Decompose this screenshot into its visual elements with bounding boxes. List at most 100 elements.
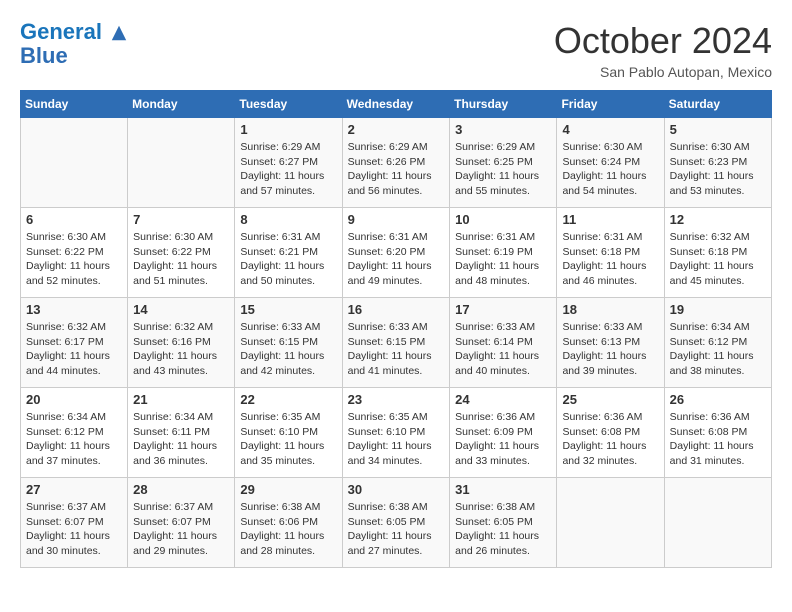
day-number: 8 xyxy=(240,212,336,227)
day-number: 10 xyxy=(455,212,551,227)
weekday-header-tuesday: Tuesday xyxy=(235,91,342,118)
calendar-cell xyxy=(557,478,664,568)
day-number: 6 xyxy=(26,212,122,227)
day-info: Sunrise: 6:36 AMSunset: 6:09 PMDaylight:… xyxy=(455,410,551,469)
day-info: Sunrise: 6:34 AMSunset: 6:12 PMDaylight:… xyxy=(26,410,122,469)
day-info: Sunrise: 6:33 AMSunset: 6:13 PMDaylight:… xyxy=(562,320,658,379)
calendar-cell: 24 Sunrise: 6:36 AMSunset: 6:09 PMDayligh… xyxy=(450,388,557,478)
day-info: Sunrise: 6:29 AMSunset: 6:27 PMDaylight:… xyxy=(240,140,336,199)
calendar-cell: 2 Sunrise: 6:29 AMSunset: 6:26 PMDaylight… xyxy=(342,118,450,208)
day-info: Sunrise: 6:30 AMSunset: 6:23 PMDaylight:… xyxy=(670,140,766,199)
day-number: 15 xyxy=(240,302,336,317)
day-number: 7 xyxy=(133,212,229,227)
day-number: 22 xyxy=(240,392,336,407)
day-info: Sunrise: 6:38 AMSunset: 6:05 PMDaylight:… xyxy=(348,500,445,559)
day-info: Sunrise: 6:29 AMSunset: 6:26 PMDaylight:… xyxy=(348,140,445,199)
calendar-cell: 25 Sunrise: 6:36 AMSunset: 6:08 PMDayligh… xyxy=(557,388,664,478)
day-info: Sunrise: 6:31 AMSunset: 6:20 PMDaylight:… xyxy=(348,230,445,289)
day-info: Sunrise: 6:31 AMSunset: 6:19 PMDaylight:… xyxy=(455,230,551,289)
location: San Pablo Autopan, Mexico xyxy=(554,64,772,80)
calendar-cell: 7 Sunrise: 6:30 AMSunset: 6:22 PMDaylight… xyxy=(128,208,235,298)
calendar-week-row: 6 Sunrise: 6:30 AMSunset: 6:22 PMDaylight… xyxy=(21,208,772,298)
calendar-week-row: 1 Sunrise: 6:29 AMSunset: 6:27 PMDaylight… xyxy=(21,118,772,208)
calendar-cell: 20 Sunrise: 6:34 AMSunset: 6:12 PMDayligh… xyxy=(21,388,128,478)
day-number: 1 xyxy=(240,122,336,137)
day-info: Sunrise: 6:37 AMSunset: 6:07 PMDaylight:… xyxy=(133,500,229,559)
calendar-cell: 18 Sunrise: 6:33 AMSunset: 6:13 PMDayligh… xyxy=(557,298,664,388)
calendar-cell: 15 Sunrise: 6:33 AMSunset: 6:15 PMDayligh… xyxy=(235,298,342,388)
day-info: Sunrise: 6:38 AMSunset: 6:05 PMDaylight:… xyxy=(455,500,551,559)
day-number: 4 xyxy=(562,122,658,137)
calendar-cell: 16Sunrise: 6:33 AMSunset: 6:15 PMDayligh… xyxy=(342,298,450,388)
calendar-cell: 21Sunrise: 6:34 AMSunset: 6:11 PMDayligh… xyxy=(128,388,235,478)
calendar-cell: 3Sunrise: 6:29 AMSunset: 6:25 PMDaylight… xyxy=(450,118,557,208)
calendar-cell: 9 Sunrise: 6:31 AMSunset: 6:20 PMDaylight… xyxy=(342,208,450,298)
calendar-cell: 11Sunrise: 6:31 AMSunset: 6:18 PMDayligh… xyxy=(557,208,664,298)
calendar-cell: 13 Sunrise: 6:32 AMSunset: 6:17 PMDayligh… xyxy=(21,298,128,388)
calendar-cell xyxy=(664,478,771,568)
weekday-header-wednesday: Wednesday xyxy=(342,91,450,118)
day-info: Sunrise: 6:36 AMSunset: 6:08 PMDaylight:… xyxy=(562,410,658,469)
day-number: 30 xyxy=(348,482,445,497)
calendar-week-row: 27 Sunrise: 6:37 AMSunset: 6:07 PMDayligh… xyxy=(21,478,772,568)
day-info: Sunrise: 6:30 AMSunset: 6:24 PMDaylight:… xyxy=(562,140,658,199)
day-info: Sunrise: 6:35 AMSunset: 6:10 PMDaylight:… xyxy=(348,410,445,469)
day-number: 24 xyxy=(455,392,551,407)
calendar-cell xyxy=(21,118,128,208)
month-title: October 2024 xyxy=(554,20,772,62)
day-info: Sunrise: 6:33 AMSunset: 6:15 PMDaylight:… xyxy=(240,320,336,379)
calendar-cell: 4 Sunrise: 6:30 AMSunset: 6:24 PMDaylight… xyxy=(557,118,664,208)
calendar-cell: 6 Sunrise: 6:30 AMSunset: 6:22 PMDaylight… xyxy=(21,208,128,298)
calendar-cell: 27 Sunrise: 6:37 AMSunset: 6:07 PMDayligh… xyxy=(21,478,128,568)
calendar-cell: 26Sunrise: 6:36 AMSunset: 6:08 PMDayligh… xyxy=(664,388,771,478)
day-number: 2 xyxy=(348,122,445,137)
day-info: Sunrise: 6:30 AMSunset: 6:22 PMDaylight:… xyxy=(133,230,229,289)
calendar-cell: 5 Sunrise: 6:30 AMSunset: 6:23 PMDaylight… xyxy=(664,118,771,208)
calendar-cell: 22 Sunrise: 6:35 AMSunset: 6:10 PMDayligh… xyxy=(235,388,342,478)
day-number: 27 xyxy=(26,482,122,497)
day-info: Sunrise: 6:37 AMSunset: 6:07 PMDaylight:… xyxy=(26,500,122,559)
day-number: 14 xyxy=(133,302,229,317)
calendar-cell: 23Sunrise: 6:35 AMSunset: 6:10 PMDayligh… xyxy=(342,388,450,478)
day-number: 19 xyxy=(670,302,766,317)
day-info: Sunrise: 6:32 AMSunset: 6:16 PMDaylight:… xyxy=(133,320,229,379)
calendar-cell: 14 Sunrise: 6:32 AMSunset: 6:16 PMDayligh… xyxy=(128,298,235,388)
day-number: 12 xyxy=(670,212,766,227)
calendar-week-row: 13 Sunrise: 6:32 AMSunset: 6:17 PMDayligh… xyxy=(21,298,772,388)
day-number: 16 xyxy=(348,302,445,317)
weekday-header-saturday: Saturday xyxy=(664,91,771,118)
day-number: 25 xyxy=(562,392,658,407)
day-info: Sunrise: 6:33 AMSunset: 6:14 PMDaylight:… xyxy=(455,320,551,379)
day-number: 21 xyxy=(133,392,229,407)
calendar-week-row: 20 Sunrise: 6:34 AMSunset: 6:12 PMDayligh… xyxy=(21,388,772,478)
day-number: 20 xyxy=(26,392,122,407)
day-number: 13 xyxy=(26,302,122,317)
day-number: 18 xyxy=(562,302,658,317)
page-header: General Blue October 2024 San Pablo Auto… xyxy=(20,20,772,80)
calendar-cell: 17 Sunrise: 6:33 AMSunset: 6:14 PMDayligh… xyxy=(450,298,557,388)
day-number: 28 xyxy=(133,482,229,497)
day-info: Sunrise: 6:34 AMSunset: 6:12 PMDaylight:… xyxy=(670,320,766,379)
day-info: Sunrise: 6:36 AMSunset: 6:08 PMDaylight:… xyxy=(670,410,766,469)
day-number: 17 xyxy=(455,302,551,317)
day-number: 5 xyxy=(670,122,766,137)
day-info: Sunrise: 6:32 AMSunset: 6:17 PMDaylight:… xyxy=(26,320,122,379)
calendar-cell: 1 Sunrise: 6:29 AMSunset: 6:27 PMDaylight… xyxy=(235,118,342,208)
weekday-header-friday: Friday xyxy=(557,91,664,118)
calendar-cell: 8Sunrise: 6:31 AMSunset: 6:21 PMDaylight… xyxy=(235,208,342,298)
calendar-cell: 28 Sunrise: 6:37 AMSunset: 6:07 PMDayligh… xyxy=(128,478,235,568)
day-number: 9 xyxy=(348,212,445,227)
calendar-cell: 30 Sunrise: 6:38 AMSunset: 6:05 PMDayligh… xyxy=(342,478,450,568)
day-info: Sunrise: 6:31 AMSunset: 6:18 PMDaylight:… xyxy=(562,230,658,289)
logo-text-blue: Blue xyxy=(20,44,128,68)
day-info: Sunrise: 6:35 AMSunset: 6:10 PMDaylight:… xyxy=(240,410,336,469)
weekday-header-monday: Monday xyxy=(128,91,235,118)
logo-text: General xyxy=(20,20,128,44)
day-info: Sunrise: 6:30 AMSunset: 6:22 PMDaylight:… xyxy=(26,230,122,289)
day-number: 29 xyxy=(240,482,336,497)
calendar-cell: 29 Sunrise: 6:38 AMSunset: 6:06 PMDayligh… xyxy=(235,478,342,568)
title-section: October 2024 San Pablo Autopan, Mexico xyxy=(554,20,772,80)
weekday-header-sunday: Sunday xyxy=(21,91,128,118)
day-info: Sunrise: 6:38 AMSunset: 6:06 PMDaylight:… xyxy=(240,500,336,559)
calendar-cell xyxy=(128,118,235,208)
